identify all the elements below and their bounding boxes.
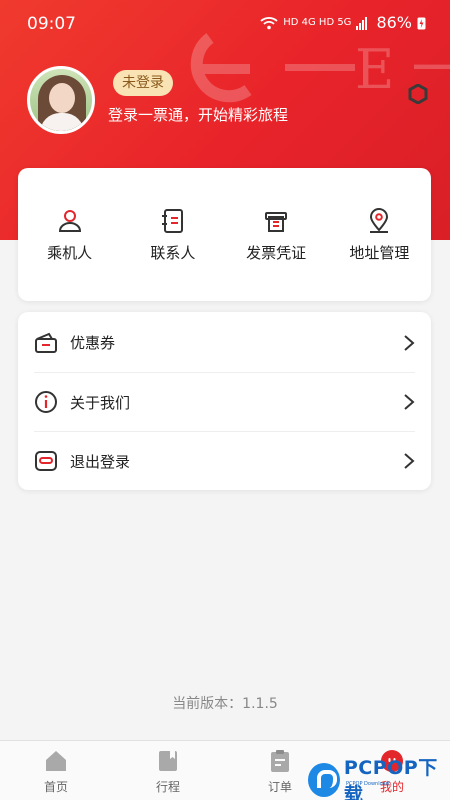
app-version: 当前版本：1.1.5	[172, 696, 278, 712]
tab-trip[interactable]: 行程	[112, 741, 224, 800]
quick-menu-card: 乘机人 联系人 发票凭证 地址管理	[18, 168, 431, 301]
chevron-right-icon	[404, 394, 415, 410]
pcpop-logo-icon	[308, 763, 340, 797]
passenger-icon	[58, 210, 81, 232]
list-item-label: 优惠券	[70, 334, 116, 352]
quick-item-label: 联系人	[150, 244, 196, 262]
quick-item-address[interactable]: 地址管理	[328, 168, 431, 301]
tab-label: 首页	[43, 780, 68, 794]
pcpop-watermark: PCPOP下载 PCPOP Download	[308, 753, 450, 800]
watermark-subtext: PCPOP Download	[346, 781, 389, 787]
invoice-icon	[265, 212, 288, 232]
trip-icon	[159, 751, 177, 771]
order-icon	[271, 750, 289, 772]
signal-icon	[356, 16, 368, 30]
location-icon	[370, 208, 389, 233]
battery-level: 86%	[376, 13, 412, 32]
home-icon	[46, 751, 66, 771]
login-status-badge[interactable]: 未登录	[113, 70, 173, 96]
login-prompt[interactable]: 登录一票通，开始精彩旅程	[108, 104, 288, 125]
quick-item-label: 地址管理	[349, 244, 410, 262]
battery-charging-icon	[417, 17, 426, 29]
logout-icon	[35, 451, 57, 471]
list-item-label: 退出登录	[70, 452, 131, 471]
quick-item-invoice[interactable]: 发票凭证	[225, 168, 328, 301]
quick-item-contacts[interactable]: 联系人	[121, 168, 224, 301]
quick-item-label: 发票凭证	[246, 244, 307, 262]
list-item-about[interactable]: 关于我们	[34, 372, 415, 431]
list-item-logout[interactable]: 退出登录	[34, 431, 415, 490]
quick-item-passenger[interactable]: 乘机人	[18, 168, 121, 301]
tab-home[interactable]: 首页	[0, 741, 112, 800]
chevron-right-icon	[404, 453, 415, 469]
status-icons: HD 4G HD 5G 86%	[260, 13, 426, 32]
watermark-text: PCPOP下载	[343, 757, 438, 800]
chevron-right-icon	[404, 334, 415, 351]
wifi-icon	[260, 16, 278, 29]
settings-icon[interactable]	[408, 84, 428, 104]
contacts-icon	[161, 209, 183, 233]
info-icon	[35, 391, 57, 413]
network-label: HD 4G HD 5G	[283, 17, 352, 28]
quick-item-label: 乘机人	[47, 244, 93, 262]
list-item-label: 关于我们	[70, 393, 131, 412]
tab-label: 行程	[155, 780, 180, 794]
list-item-coupon[interactable]: 优惠券	[34, 313, 415, 372]
status-time: 09:07	[27, 14, 76, 34]
status-bar: 09:07 HD 4G HD 5G 86%	[0, 0, 450, 48]
tab-label: 订单	[267, 780, 292, 794]
avatar[interactable]	[27, 66, 95, 134]
coupon-icon	[35, 332, 57, 353]
settings-list-card: 优惠券 关于我们 退出登录	[18, 312, 431, 490]
